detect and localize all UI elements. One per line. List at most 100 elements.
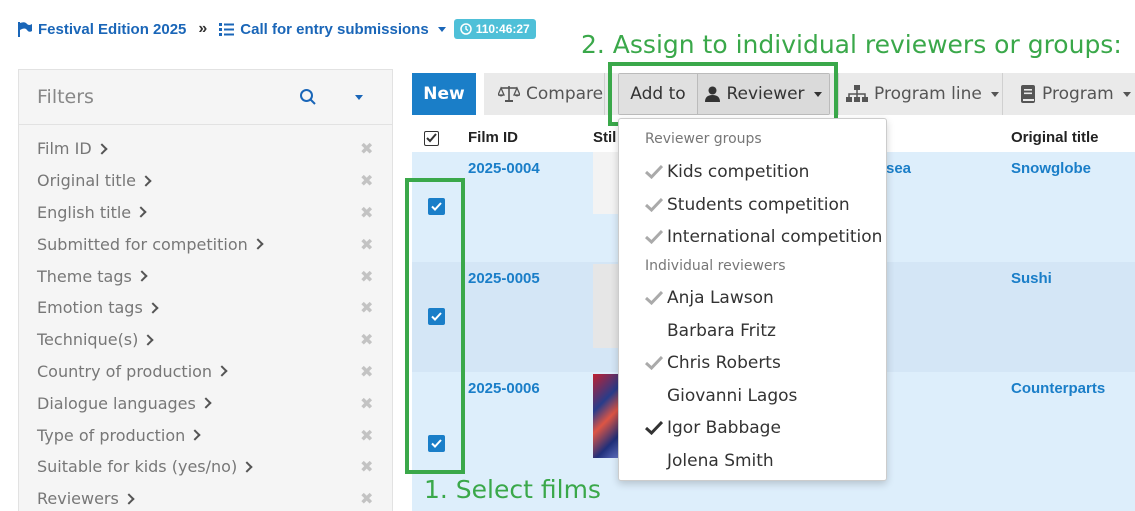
original-title-link[interactable]: Sushi: [1011, 270, 1052, 287]
column-header-original-title[interactable]: Original title: [1011, 129, 1099, 146]
search-icon[interactable]: [299, 88, 317, 106]
breadcrumb: Festival Edition 2025 » Call for entry s…: [18, 14, 536, 44]
new-button[interactable]: New: [412, 73, 476, 115]
filter-item[interactable]: Submitted for competition ✖: [19, 228, 392, 260]
chevron-right-icon: [241, 461, 253, 473]
filter-item[interactable]: Emotion tags ✖: [19, 292, 392, 324]
timer-value: 110:46:27: [475, 22, 530, 36]
close-icon[interactable]: ✖: [360, 235, 373, 254]
clock-icon: [459, 23, 472, 35]
close-icon[interactable]: ✖: [360, 298, 373, 317]
film-still-image: [593, 374, 618, 458]
close-icon[interactable]: ✖: [360, 203, 373, 222]
filter-item[interactable]: Reviewers ✖: [19, 483, 392, 511]
partial-check-icon: [645, 356, 667, 370]
filter-label: Suitable for kids (yes/no): [37, 457, 238, 477]
list-icon: [219, 22, 235, 36]
filter-item[interactable]: Film ID ✖: [19, 133, 392, 165]
compare-label: Compare: [526, 84, 604, 104]
dropdown-menu-item[interactable]: Igor Babbage: [645, 413, 781, 443]
chevron-right-icon: [147, 302, 159, 314]
close-icon[interactable]: ✖: [360, 362, 373, 381]
dropdown-item-label: Kids competition: [667, 162, 810, 182]
dropdown-menu-item[interactable]: International competition: [645, 222, 882, 252]
dropdown-item-label: Barbara Fritz: [667, 320, 776, 341]
close-icon[interactable]: ✖: [360, 426, 373, 445]
original-title-link[interactable]: Snowglobe: [1011, 160, 1091, 177]
book-icon: [1021, 85, 1035, 103]
dropdown-menu-item[interactable]: Chris Roberts: [645, 348, 781, 378]
filter-label: Technique(s): [37, 330, 139, 350]
filter-item[interactable]: Dialogue languages ✖: [19, 387, 392, 419]
film-id-link[interactable]: 2025-0006: [468, 380, 540, 397]
compare-button[interactable]: Compare: [498, 73, 603, 115]
chevron-down-icon: [437, 26, 446, 32]
close-icon[interactable]: ✖: [360, 394, 373, 413]
original-title-link[interactable]: Counterparts: [1011, 380, 1105, 397]
close-icon[interactable]: ✖: [360, 139, 373, 158]
dropdown-item-label: Igor Babbage: [667, 418, 781, 438]
program-label: Program: [1042, 84, 1114, 104]
breadcrumb-section[interactable]: Call for entry submissions: [219, 21, 446, 38]
filter-item[interactable]: English title ✖: [19, 197, 392, 229]
breadcrumb-separator: »: [198, 20, 208, 37]
filter-item[interactable]: Original title ✖: [19, 165, 392, 197]
close-icon[interactable]: ✖: [360, 267, 373, 286]
filter-list: Film ID ✖ Original title ✖ English title ✖ …: [19, 125, 392, 511]
breadcrumb-edition[interactable]: Festival Edition 2025: [18, 21, 186, 38]
dropdown-menu-item[interactable]: Jolena Smith: [645, 446, 774, 476]
flag-icon: [18, 21, 32, 37]
dropdown-item-label: Giovanni Lagos: [667, 385, 798, 406]
program-line-button[interactable]: Program line: [846, 73, 999, 115]
dropdown-item-label: International competition: [667, 227, 883, 247]
english-title-link[interactable]: sea: [886, 160, 911, 177]
individual-reviewers-header: Individual reviewers: [645, 258, 786, 274]
film-still-image: [593, 152, 618, 214]
dropdown-menu-item[interactable]: Students competition: [645, 190, 850, 220]
close-icon[interactable]: ✖: [360, 457, 373, 476]
filter-item[interactable]: Technique(s) ✖: [19, 324, 392, 356]
timer-badge: 110:46:27: [453, 19, 536, 39]
dropdown-menu-item[interactable]: Kids competition: [645, 157, 809, 187]
filter-item[interactable]: Suitable for kids (yes/no) ✖: [19, 451, 392, 483]
annotation-step-1: 1. Select films: [424, 475, 601, 504]
column-header-still[interactable]: Stil: [593, 129, 616, 146]
partial-check-icon: [645, 230, 667, 244]
filter-label: Country of production: [37, 361, 213, 381]
close-icon[interactable]: ✖: [360, 330, 373, 349]
filters-title: Filters: [37, 86, 94, 108]
chevron-right-icon: [200, 397, 212, 409]
chevron-right-icon: [216, 365, 228, 378]
select-all-checkbox[interactable]: [424, 130, 439, 147]
check-icon: [426, 133, 437, 143]
chevron-right-icon: [142, 334, 155, 346]
check-icon: [645, 421, 667, 435]
filters-dropdown-icon[interactable]: [355, 95, 363, 100]
filter-label: Dialogue languages: [37, 393, 196, 413]
chevron-right-icon: [252, 238, 264, 250]
filters-header: Filters: [19, 70, 392, 125]
filter-item[interactable]: Country of production ✖: [19, 356, 392, 388]
film-id-link[interactable]: 2025-0004: [468, 160, 540, 177]
reviewer-groups-header: Reviewer groups: [645, 131, 762, 147]
close-icon[interactable]: ✖: [360, 489, 373, 508]
chevron-right-icon: [136, 270, 148, 282]
dropdown-menu-item[interactable]: Barbara Fritz: [645, 316, 776, 346]
partial-check-icon: [645, 165, 667, 179]
filter-item[interactable]: Type of production ✖: [19, 419, 392, 451]
sitemap-icon: [846, 85, 868, 102]
program-line-label: Program line: [874, 84, 982, 104]
film-id-link[interactable]: 2025-0005: [468, 270, 540, 287]
toolbar-divider: [1002, 73, 1003, 115]
program-button[interactable]: Program: [1020, 73, 1131, 115]
chevron-right-icon: [135, 206, 147, 219]
annotation-step-2: 2. Assign to individual reviewers or gro…: [581, 30, 1122, 59]
dropdown-menu-item[interactable]: Giovanni Lagos: [645, 381, 797, 411]
filter-item[interactable]: Theme tags ✖: [19, 260, 392, 292]
column-header-film-id[interactable]: Film ID: [468, 129, 518, 146]
dropdown-menu-item[interactable]: Anja Lawson: [645, 283, 774, 313]
filter-label: English title: [37, 202, 132, 222]
close-icon[interactable]: ✖: [360, 171, 373, 190]
filter-label: Reviewers: [37, 489, 119, 509]
chevron-right-icon: [123, 492, 135, 505]
